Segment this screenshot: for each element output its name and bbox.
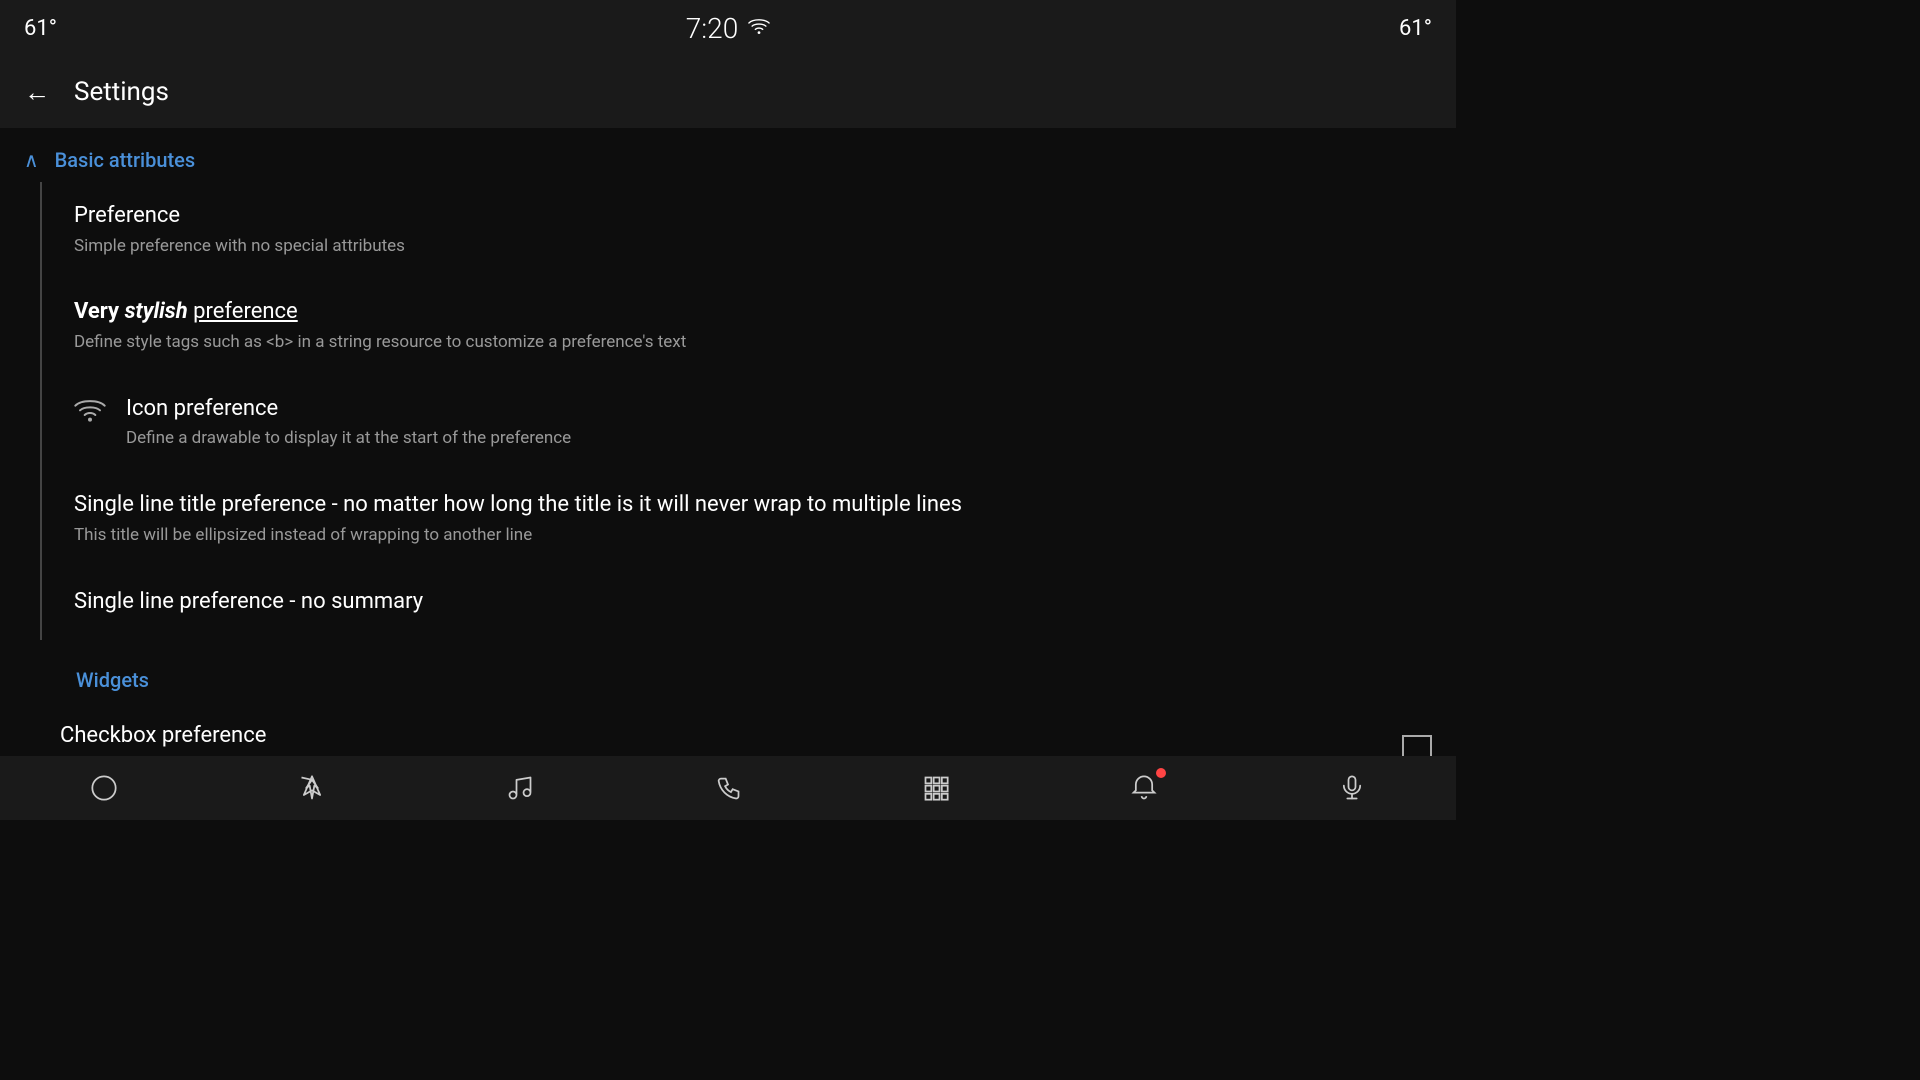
pref-title-icon: Icon preference (126, 395, 1432, 424)
notifications-icon (1130, 774, 1158, 802)
status-temp-right: 61° (1399, 16, 1432, 41)
pref-summary-single-line: This title will be ellipsized instead of… (74, 524, 1432, 548)
settings-content: Basic attributes Preference Simple prefe… (0, 128, 1456, 756)
checkbox-widget[interactable] (1402, 735, 1432, 756)
status-bar: 61° 7:20 61° (0, 0, 1456, 56)
stylish-bold-text: Very (74, 299, 125, 324)
status-center: 7:20 (686, 12, 770, 45)
pref-item-stylish[interactable]: Very stylish preference Define style tag… (58, 278, 1456, 374)
pref-title-single-line: Single line title preference - no matter… (74, 491, 1374, 520)
bottom-nav (0, 756, 1456, 820)
pref-summary-icon: Define a drawable to display it at the s… (126, 427, 1432, 451)
section-widgets-header[interactable]: Widgets (0, 648, 1456, 702)
nav-home[interactable] (74, 764, 134, 812)
icon-pref-content: Icon preference Define a drawable to dis… (126, 395, 1432, 451)
basic-attributes-list: Preference Simple preference with no spe… (40, 182, 1456, 640)
music-icon (506, 774, 534, 802)
nav-microphone[interactable] (1322, 764, 1382, 812)
wifi-icon (74, 397, 106, 433)
stylish-underline-text: preference (193, 299, 298, 324)
nav-music[interactable] (490, 764, 550, 812)
section-basic-attributes-title: Basic attributes (55, 148, 196, 172)
section-basic-attributes-header[interactable]: Basic attributes (0, 128, 1456, 182)
pref-item-icon[interactable]: Icon preference Define a drawable to dis… (58, 375, 1456, 471)
wifi-status-icon (748, 17, 770, 39)
microphone-icon (1338, 774, 1366, 802)
phone-icon (714, 774, 742, 802)
widgets-section: Widgets Checkbox preference Tap anywhere… (0, 640, 1456, 756)
pref-summary-stylish: Define style tags such as <b> in a strin… (74, 331, 1432, 355)
pref-title-preference: Preference (74, 202, 1432, 231)
notification-badge (1156, 768, 1166, 778)
clock: 7:20 (686, 12, 738, 45)
pref-title-stylish: Very stylish preference (74, 298, 1432, 327)
pref-item-checkbox[interactable]: Checkbox preference Tap anywhere in this… (0, 702, 1456, 756)
pref-item-no-summary[interactable]: Single line preference - no summary (58, 568, 1456, 641)
nav-notifications[interactable] (1114, 764, 1174, 812)
chevron-up-icon (24, 148, 39, 172)
pref-item-single-line-title[interactable]: Single line title preference - no matter… (58, 471, 1456, 567)
home-icon (90, 774, 118, 802)
back-button[interactable]: ← (16, 69, 58, 116)
app-bar: ← Settings (0, 56, 1456, 128)
nav-navigation[interactable] (282, 764, 342, 812)
section-widgets-title: Widgets (76, 668, 149, 692)
checkbox-text: Checkbox preference Tap anywhere in this… (60, 722, 1402, 756)
nav-apps[interactable] (906, 764, 966, 812)
pref-summary-preference: Simple preference with no special attrib… (74, 235, 1432, 259)
pref-item-preference[interactable]: Preference Simple preference with no spe… (58, 182, 1456, 278)
status-temp-left: 61° (24, 16, 57, 41)
apps-icon (922, 774, 950, 802)
nav-phone[interactable] (698, 764, 758, 812)
navigation-icon (298, 774, 326, 802)
stylish-italic-text: stylish (125, 299, 194, 324)
pref-title-no-summary: Single line preference - no summary (74, 588, 1432, 617)
page-title: Settings (74, 77, 169, 107)
pref-title-checkbox: Checkbox preference (60, 722, 1402, 751)
